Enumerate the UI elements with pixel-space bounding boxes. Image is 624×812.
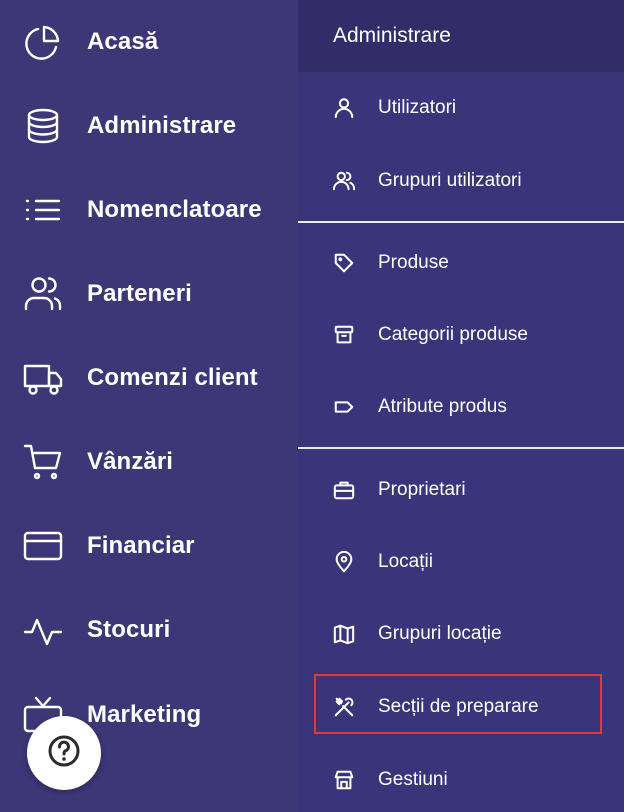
submenu-item-atribute-produs[interactable]: Atribute produs [298, 382, 624, 432]
users-icon [22, 273, 64, 315]
submenu-divider [298, 447, 624, 449]
submenu-item-categorii-produse[interactable]: Categorii produse [298, 310, 624, 360]
sidebar-item-vanzari[interactable]: Vânzări [0, 432, 298, 492]
submenu-item-label: Secții de preparare [378, 696, 539, 717]
pie-chart-icon [22, 21, 64, 63]
sidebar-item-stocuri[interactable]: Stocuri [0, 600, 298, 660]
submenu-item-locatii[interactable]: Locații [298, 537, 624, 587]
store-icon [332, 768, 356, 792]
sidebar-item-label: Parteneri [87, 280, 192, 307]
submenu-item-label: Locații [378, 551, 433, 572]
help-button[interactable] [27, 716, 101, 790]
sidebar-item-administrare[interactable]: Administrare [0, 96, 298, 156]
submenu-item-label: Produse [378, 252, 449, 273]
user-icon [332, 96, 356, 120]
sidebar-item-financiar[interactable]: Financiar [0, 516, 298, 576]
submenu-item-utilizatori[interactable]: Utilizatori [298, 83, 624, 133]
sidebar-item-label: Stocuri [87, 616, 171, 643]
tag-icon [332, 251, 356, 275]
submenu-header: Administrare [298, 0, 624, 72]
sidebar-item-comenzi-client[interactable]: Comenzi client [0, 348, 298, 408]
activity-icon [22, 609, 64, 651]
utensils-icon [332, 695, 356, 719]
cart-icon [22, 441, 64, 483]
submenu-item-proprietari[interactable]: Proprietari [298, 465, 624, 515]
sidebar-item-label: Marketing [87, 701, 202, 728]
submenu-item-label: Atribute produs [378, 396, 507, 417]
sidebar-item-nomenclatoare[interactable]: Nomenclatoare [0, 180, 298, 240]
map-icon [332, 622, 356, 646]
submenu-item-grupuri-utilizatori[interactable]: Grupuri utilizatori [298, 156, 624, 206]
credit-card-icon [22, 525, 64, 567]
sidebar-item-label: Financiar [87, 532, 195, 559]
submenu-item-gestiuni[interactable]: Gestiuni [298, 755, 624, 805]
truck-icon [22, 357, 64, 399]
submenu-item-label: Proprietari [378, 479, 466, 500]
submenu-item-label: Gestiuni [378, 769, 448, 790]
sidebar-item-label: Comenzi client [87, 364, 258, 391]
submenu-item-label: Categorii produse [378, 324, 528, 345]
submenu-divider [298, 221, 624, 223]
sidebar-item-label: Acasă [87, 28, 159, 55]
database-icon [22, 105, 64, 147]
submenu-item-produse[interactable]: Produse [298, 238, 624, 288]
submenu-item-label: Grupuri utilizatori [378, 170, 522, 191]
list-icon [22, 189, 64, 231]
submenu-item-grupuri-locatie[interactable]: Grupuri locație [298, 609, 624, 659]
sidebar-item-acasa[interactable]: Acasă [0, 12, 298, 72]
main-sidebar: Acasă Administrare Nomenclatoare Partene… [0, 0, 298, 812]
label-icon [332, 395, 356, 419]
help-circle-icon [44, 731, 84, 776]
sidebar-item-label: Vânzări [87, 448, 174, 475]
briefcase-icon [332, 478, 356, 502]
map-pin-icon [332, 550, 356, 574]
submenu-item-sectii-de-preparare[interactable]: Secții de preparare [298, 682, 624, 732]
submenu-item-label: Grupuri locație [378, 623, 502, 644]
archive-icon [332, 323, 356, 347]
administrare-submenu: Administrare Utilizatori Grupuri utiliza… [298, 0, 624, 812]
sidebar-item-label: Administrare [87, 112, 237, 139]
sidebar-item-label: Nomenclatoare [87, 196, 262, 223]
users-icon [332, 169, 356, 193]
sidebar-item-parteneri[interactable]: Parteneri [0, 264, 298, 324]
submenu-title: Administrare [333, 24, 451, 47]
submenu-item-label: Utilizatori [378, 97, 457, 118]
